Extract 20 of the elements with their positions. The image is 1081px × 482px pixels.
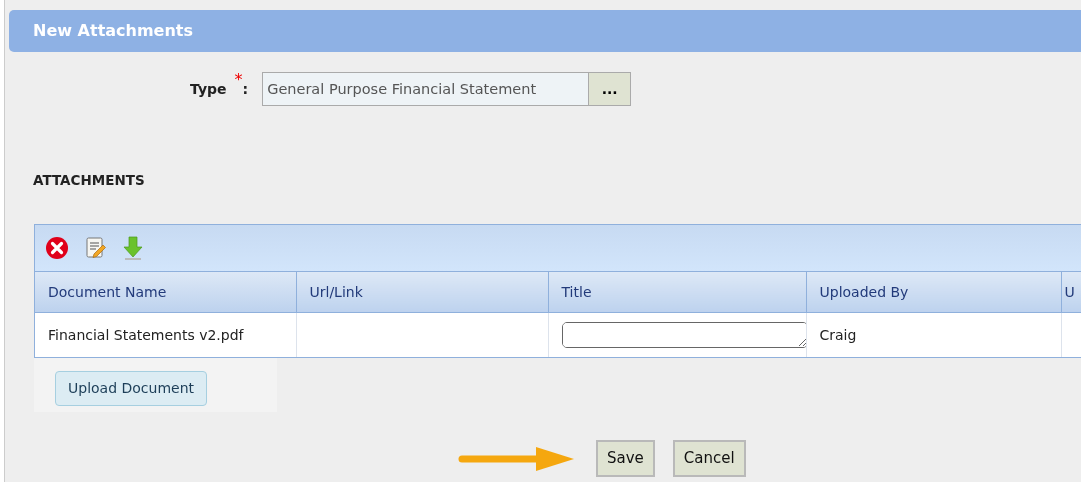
- column-header: Url/Link: [296, 272, 548, 313]
- browse-button[interactable]: ...: [589, 72, 632, 106]
- type-field[interactable]: General Purpose Financial Statement: [262, 72, 590, 106]
- save-button[interactable]: Save: [596, 440, 655, 477]
- required-mark: *: [234, 69, 243, 91]
- table-cell: Financial Statements v2.pdf: [35, 312, 296, 358]
- upload-button[interactable]: Upload Document: [55, 371, 208, 407]
- field-label: Type: [190, 79, 227, 99]
- column-header: Uploaded By: [806, 272, 1061, 313]
- column-header: Document Name: [35, 272, 296, 313]
- title-field[interactable]: [561, 322, 808, 348]
- cancel-button[interactable]: Cancel: [672, 440, 746, 477]
- colon-text: :: [242, 79, 249, 99]
- delete-icon[interactable]: [45, 236, 69, 261]
- section-heading: ATTACHMENTS: [33, 171, 146, 190]
- edit-icon[interactable]: [85, 236, 107, 261]
- column-header: Title: [548, 272, 806, 313]
- column-header: U: [1061, 272, 1081, 313]
- table-cell: Craig: [806, 312, 1061, 358]
- panel-title: New Attachments: [9, 10, 1081, 52]
